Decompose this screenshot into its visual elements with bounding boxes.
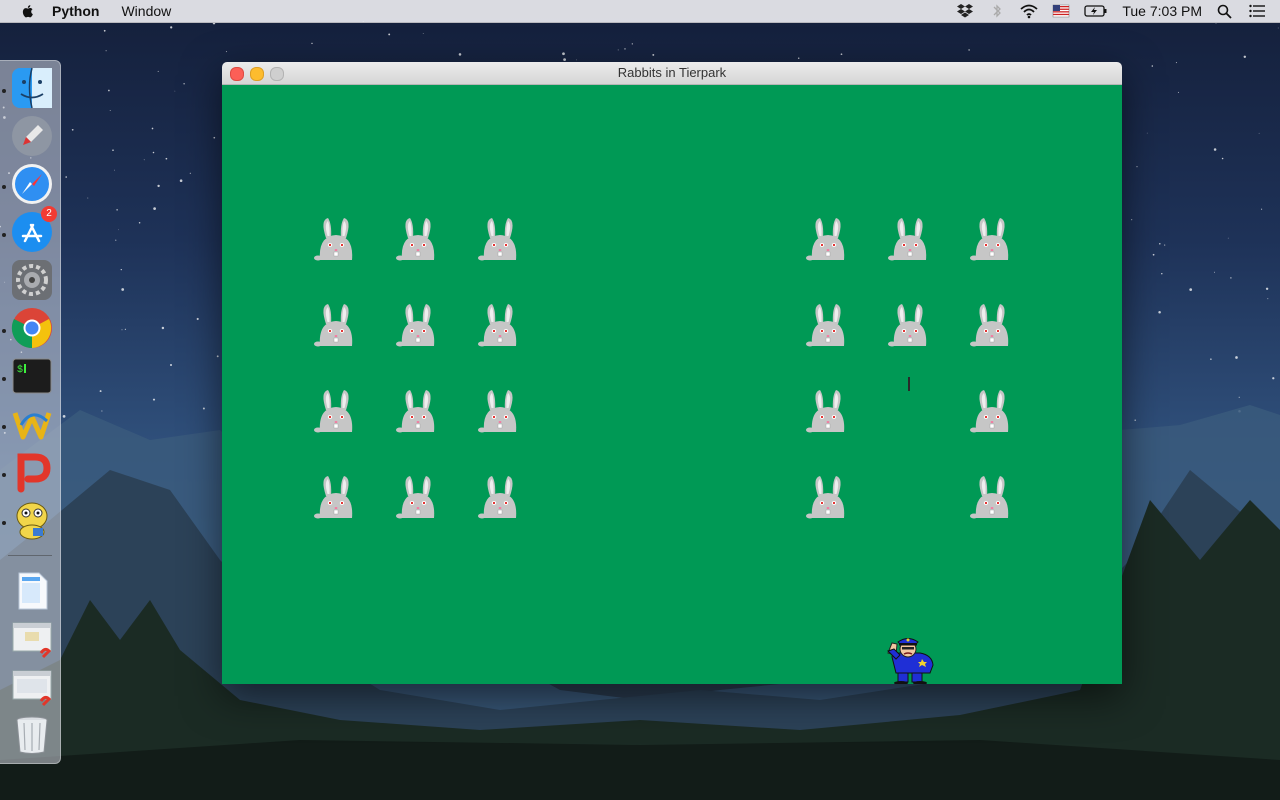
flag-icon[interactable] <box>1052 3 1070 19</box>
rabbit-enemy <box>314 390 358 434</box>
rabbit-enemy <box>806 218 850 262</box>
battery-icon[interactable] <box>1084 3 1108 19</box>
game-window: Rabbits in Tierpark <box>222 62 1122 684</box>
bullet <box>908 377 910 391</box>
safari-icon[interactable] <box>11 163 53 205</box>
rabbit-enemy <box>970 218 1014 262</box>
rabbit-enemy <box>396 218 440 262</box>
zoom-button[interactable] <box>270 67 284 81</box>
rabbit-enemy <box>396 390 440 434</box>
rabbit-enemy <box>888 218 932 262</box>
app-name-menu[interactable]: Python <box>52 3 99 19</box>
running-indicator <box>2 329 6 333</box>
running-indicator <box>2 185 6 189</box>
apple-menu-icon[interactable] <box>20 3 36 19</box>
running-indicator <box>2 473 6 477</box>
rabbit-enemy <box>806 476 850 520</box>
terminal-icon[interactable]: $ <box>11 355 53 397</box>
game-canvas[interactable] <box>222 85 1122 684</box>
rabbit-enemy <box>478 218 522 262</box>
running-indicator <box>2 377 6 381</box>
minimize-button[interactable] <box>250 67 264 81</box>
running-indicator <box>2 233 6 237</box>
app-store-badge: 2 <box>41 206 57 222</box>
app-store-icon[interactable]: 2 <box>11 206 57 253</box>
bluetooth-icon[interactable] <box>988 3 1006 19</box>
rabbit-enemy <box>396 476 440 520</box>
running-indicator <box>2 425 6 429</box>
rabbit-enemy <box>314 304 358 348</box>
launchpad-icon[interactable] <box>11 115 53 157</box>
rabbit-enemy <box>396 304 440 348</box>
rabbit-enemy <box>970 390 1014 434</box>
chrome-icon[interactable] <box>11 307 53 349</box>
status-area: Tue 7:03 PM <box>956 0 1280 22</box>
rabbit-enemy <box>478 390 522 434</box>
spotlight-icon[interactable] <box>1216 3 1234 19</box>
rabbit-enemy <box>478 304 522 348</box>
rabbit-enemy <box>314 476 358 520</box>
system-preferences-icon[interactable] <box>11 259 53 301</box>
running-indicator <box>2 89 6 93</box>
running-indicator <box>2 521 6 525</box>
recent-document-icon[interactable] <box>11 617 53 659</box>
trash-icon[interactable] <box>11 713 53 755</box>
window-menu[interactable]: Window <box>121 3 171 19</box>
notification-center-icon[interactable] <box>1248 3 1266 19</box>
rabbit-enemy <box>806 390 850 434</box>
rabbit-enemy <box>806 304 850 348</box>
documents-icon[interactable] <box>11 569 53 611</box>
finder-icon[interactable] <box>11 67 53 109</box>
window-titlebar[interactable]: Rabbits in Tierpark <box>222 62 1122 85</box>
rabbit-enemy <box>888 304 932 348</box>
svg-text:$: $ <box>17 364 23 376</box>
wifi-icon[interactable] <box>1020 3 1038 19</box>
window-title: Rabbits in Tierpark <box>617 65 727 80</box>
dropbox-icon[interactable] <box>956 3 974 19</box>
close-button[interactable] <box>230 67 244 81</box>
rabbit-enemy <box>478 476 522 520</box>
rabbit-enemy <box>314 218 358 262</box>
powerpoint-icon[interactable] <box>11 451 53 493</box>
rabbit-enemy <box>970 476 1014 520</box>
menu-clock[interactable]: Tue 7:03 PM <box>1122 3 1202 19</box>
python-launcher-icon[interactable] <box>11 499 53 541</box>
recent-document-icon[interactable] <box>11 665 53 707</box>
editor-icon[interactable] <box>11 403 53 445</box>
police-officer-player[interactable] <box>882 635 938 684</box>
menu-bar: Python Window Tue 7:03 PM <box>0 0 1280 23</box>
rabbit-enemy <box>970 304 1014 348</box>
dock: 2 $ <box>0 60 61 764</box>
dock-separator <box>8 555 52 556</box>
